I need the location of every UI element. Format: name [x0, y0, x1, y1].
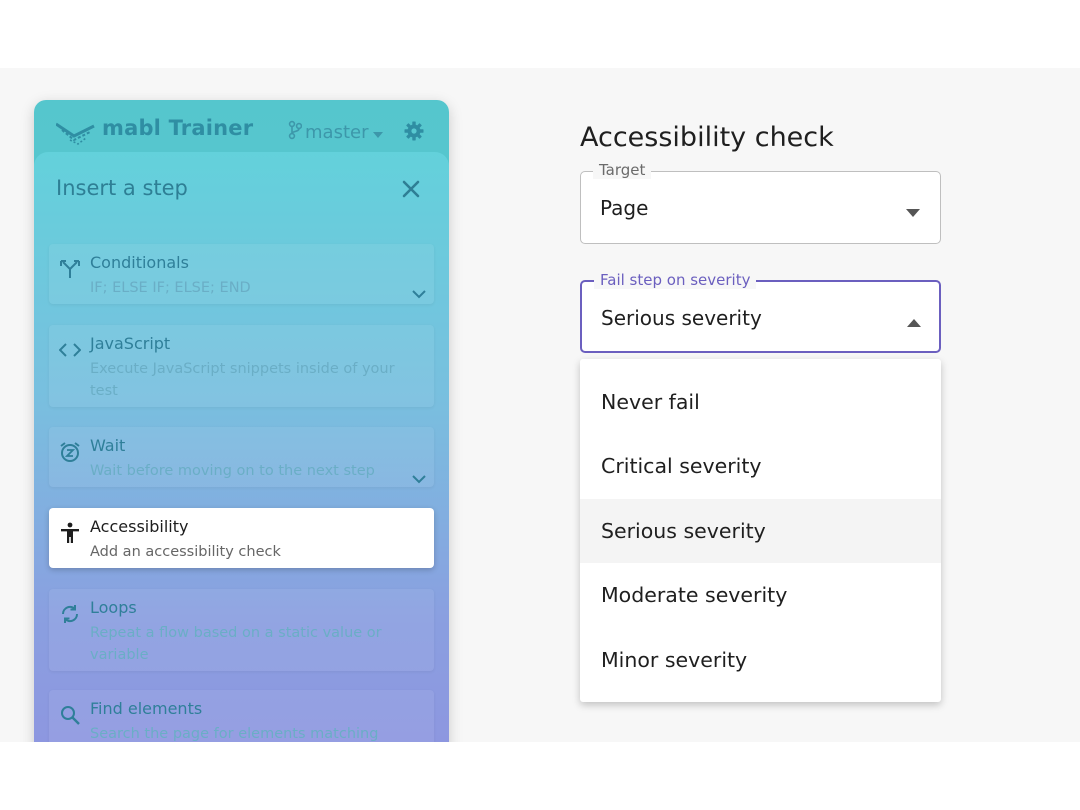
- step-description: Search the page for elements matching: [90, 726, 379, 742]
- snooze-alarm-icon: [59, 441, 81, 463]
- step-title: JavaScript: [90, 334, 171, 353]
- menu-item-minor-severity[interactable]: Minor severity: [580, 628, 941, 692]
- branch-selector[interactable]: master: [288, 120, 384, 145]
- step-description: Execute JavaScript snippets inside of yo…: [90, 361, 395, 399]
- step-description: Repeat a flow based on a static value or…: [90, 625, 382, 663]
- mabl-logo-icon: [55, 120, 96, 150]
- branch-split-icon: [59, 258, 81, 280]
- chevron-up-icon: [907, 312, 921, 331]
- accessibility-person-icon: [59, 522, 81, 544]
- step-card-wait[interactable]: Wait Wait before moving on to the next s…: [49, 427, 434, 487]
- menu-item-never-fail[interactable]: Never fail: [580, 370, 941, 434]
- step-description: Add an accessibility check: [90, 544, 281, 560]
- chevron-down-icon[interactable]: [412, 284, 426, 303]
- insert-step-drawer: Insert a step Conditionals IF; ELSE IF; …: [34, 152, 449, 742]
- step-card-accessibility[interactable]: Accessibility Add an accessibility check: [49, 508, 434, 568]
- step-title: Wait: [90, 436, 126, 455]
- trainer-panel: mabl Trainer master Insert a step Condit…: [34, 100, 449, 742]
- step-card-loops[interactable]: Loops Repeat a flow based on a static va…: [49, 589, 434, 671]
- loop-icon: [59, 603, 81, 625]
- close-icon[interactable]: [402, 180, 420, 202]
- menu-item-serious-severity[interactable]: Serious severity: [580, 499, 941, 563]
- severity-select[interactable]: Fail step on severity Serious severity: [580, 271, 941, 353]
- git-branch-icon: [288, 120, 303, 145]
- target-select[interactable]: Target Page: [580, 161, 941, 244]
- drawer-title: Insert a step: [56, 176, 188, 200]
- severity-value: Serious severity: [601, 306, 762, 330]
- step-title: Accessibility: [90, 517, 189, 536]
- step-title: Conditionals: [90, 253, 189, 272]
- chevron-down-icon: [373, 122, 384, 143]
- menu-item-moderate-severity[interactable]: Moderate severity: [580, 563, 941, 627]
- page-title: Accessibility check: [580, 122, 834, 153]
- stage: mabl Trainer master Insert a step Condit…: [0, 68, 1080, 742]
- severity-label: Fail step on severity: [594, 271, 757, 289]
- step-card-conditionals[interactable]: Conditionals IF; ELSE IF; ELSE; END: [49, 244, 434, 304]
- step-title: Find elements: [90, 699, 203, 718]
- branch-label: master: [305, 122, 369, 143]
- step-description: IF; ELSE IF; ELSE; END: [90, 280, 251, 296]
- step-title: Loops: [90, 598, 137, 617]
- target-value: Page: [600, 196, 649, 220]
- gear-icon[interactable]: [404, 121, 424, 145]
- severity-dropdown-menu: Never fail Critical severity Serious sev…: [580, 359, 941, 702]
- target-label: Target: [593, 161, 652, 179]
- search-icon: [59, 704, 81, 726]
- step-card-find-elements[interactable]: Find elements Search the page for elemen…: [49, 690, 434, 742]
- code-icon: [58, 339, 82, 361]
- menu-item-critical-severity[interactable]: Critical severity: [580, 434, 941, 498]
- chevron-down-icon[interactable]: [412, 469, 426, 488]
- step-card-javascript[interactable]: JavaScript Execute JavaScript snippets i…: [49, 325, 434, 407]
- app-title: mabl Trainer: [102, 116, 254, 140]
- step-description: Wait before moving on to the next step: [90, 463, 375, 479]
- chevron-down-icon: [906, 202, 920, 221]
